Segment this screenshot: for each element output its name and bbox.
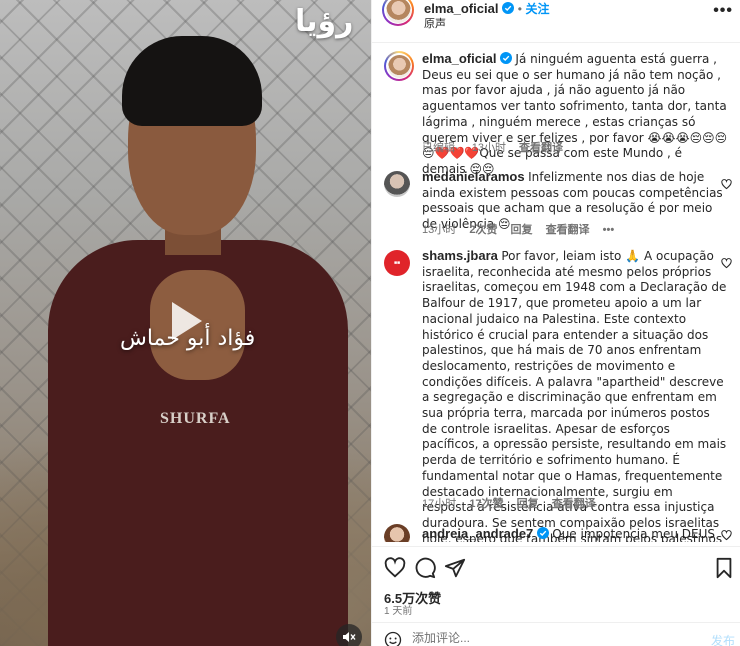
comment-item: ■■ shams.jbara Por favor, leiam isto 🙏 A… [384,248,734,542]
comment-likes[interactable]: 2次赞 [469,224,497,236]
comment-input[interactable] [412,629,692,646]
caption-text: elma_oficial Já ninguém aguenta está gue… [422,51,728,178]
commenter-avatar[interactable] [384,524,410,542]
video-player[interactable]: SHURFA رؤيا فؤاد أبو حماش [0,0,371,646]
follow-button[interactable]: 关注 [526,2,550,16]
comment-more-icon[interactable]: ••• [603,224,615,236]
caption-item: elma_oficial Já ninguém aguenta está gue… [384,51,734,176]
post-date: 1 天前 [384,606,413,617]
commenter-username[interactable]: shams.jbara [422,248,498,263]
audio-label[interactable]: 原声 [424,15,446,31]
verified-badge-icon [499,52,512,64]
speaker-muted-icon [343,632,356,642]
comment-like-heart-icon[interactable] [721,258,732,269]
comment-composer: 发布 [372,622,740,646]
shirt-print: SHURFA [160,410,231,427]
channel-watermark-logo: رؤيا [295,4,354,39]
comment-likes[interactable]: 17次赞 [469,498,503,510]
author-avatar[interactable] [382,0,414,26]
post-side-panel: elma_oficial • 关注 原声 ••• elma_oficial Já… [371,0,740,646]
post-button[interactable]: 发布 [711,632,735,646]
send-icon[interactable] [444,557,466,579]
commenter-username[interactable]: andreia_andrade7 [422,526,533,541]
caption-time: 13小时 [471,142,506,154]
caption-body: Já ninguém aguenta está guerra , Deus eu… [422,52,728,176]
more-options-icon[interactable]: ••• [713,2,733,20]
reel-viewer: SHURFA رؤيا فؤاد أبو حماش elma_oficial •… [0,0,740,646]
comment-meta: 13小时 2次赞 回复 查看翻译 ••• [422,221,624,237]
header-separator: • [517,2,522,16]
verified-badge-icon [536,527,549,539]
play-icon[interactable] [154,292,212,350]
heart-icon[interactable] [384,557,406,579]
comment-icon[interactable] [414,557,436,579]
reply-button[interactable]: 回复 [511,224,533,236]
boy-hair [122,36,262,126]
commenter-avatar[interactable]: ■■ [384,250,410,276]
post-header: elma_oficial • 关注 原声 ••• [372,0,740,32]
commenter-username[interactable]: medanielaramos [422,169,525,184]
caption-edited: 已编辑 [422,142,455,154]
action-bar [372,546,740,582]
comment-time: 17小时 [422,498,457,510]
verified-badge-icon [502,2,515,14]
mute-button[interactable] [336,624,362,646]
comment-meta: 17小时 17次赞 回复 查看翻译 [422,495,606,511]
emoji-icon[interactable] [384,631,402,646]
reply-button[interactable]: 回复 [517,498,539,510]
caption-see-translation[interactable]: 查看翻译 [519,142,563,154]
comment-item: andreia_andrade7 Que impotencia meu DEUS… [384,524,734,542]
comments-list[interactable]: elma_oficial Já ninguém aguenta está gue… [372,42,740,542]
commenter-avatar[interactable] [384,171,410,197]
caption-avatar[interactable] [384,51,414,81]
caption-meta: 已编辑· 13小时 查看翻译 [422,142,564,154]
comment-text: andreia_andrade7 Que impotencia meu DEUS… [422,526,728,542]
comment-item: medanielaramos Infelizmente nos dias de … [384,169,734,239]
author-username[interactable]: elma_oficial [424,1,498,16]
bookmark-icon[interactable] [713,557,735,579]
comment-like-heart-icon[interactable] [721,179,732,190]
see-translation-button[interactable]: 查看翻译 [552,498,596,510]
see-translation-button[interactable]: 查看翻译 [546,224,590,236]
comment-like-heart-icon[interactable] [721,530,732,541]
comment-time: 13小时 [422,224,457,236]
caption-username[interactable]: elma_oficial [422,51,496,66]
